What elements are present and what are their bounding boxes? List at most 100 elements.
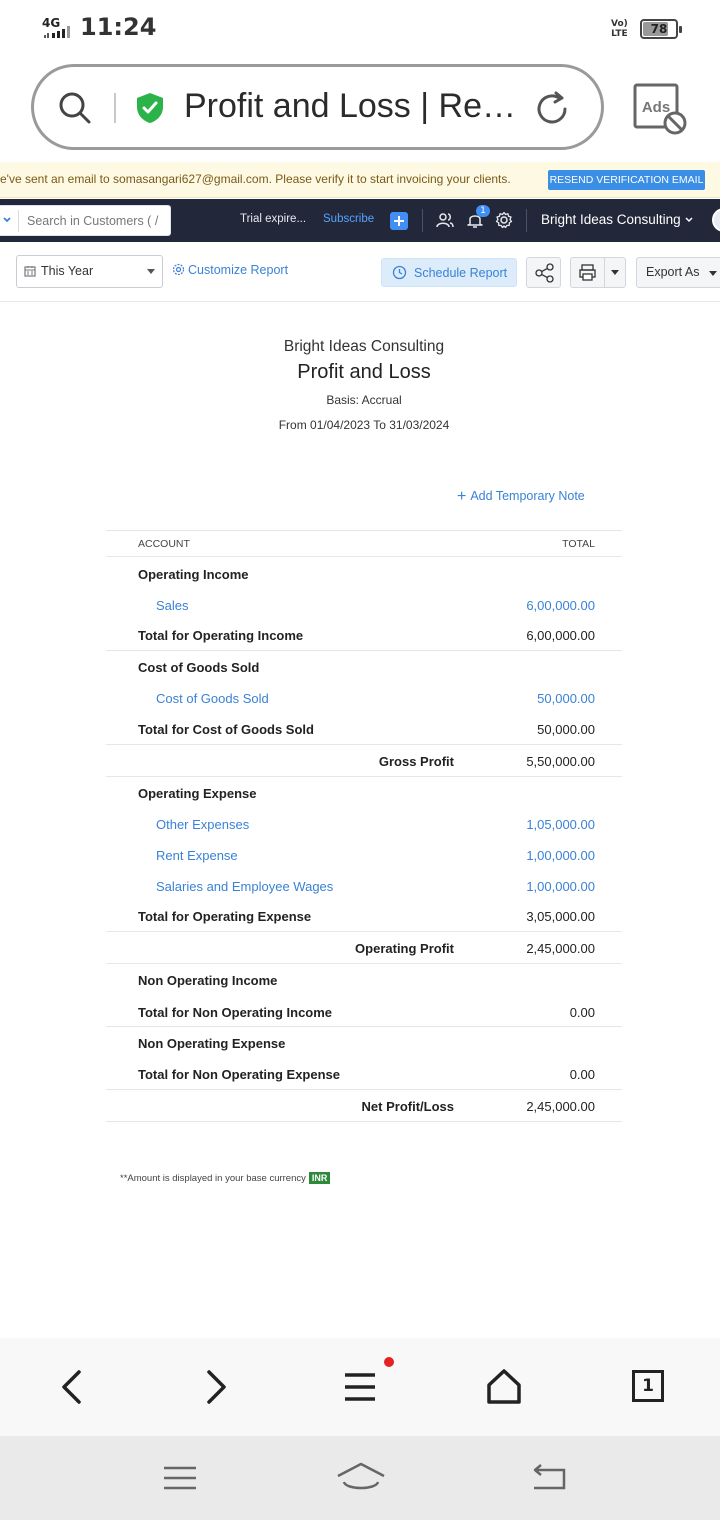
- amount-link[interactable]: 6,00,000.00: [526, 598, 595, 613]
- period-select[interactable]: This Year: [16, 255, 163, 288]
- plus-icon: [394, 216, 404, 226]
- back-icon[interactable]: [52, 1366, 92, 1408]
- clock: 11:24: [80, 13, 157, 41]
- amount-link[interactable]: 1,00,000.00: [526, 879, 595, 894]
- row-label: Non Operating Income: [138, 973, 278, 988]
- section-header: Non Operating Expense: [106, 1027, 622, 1059]
- net-profit-row: Net Profit/Loss 2,45,000.00: [106, 1090, 622, 1122]
- caret-down-icon[interactable]: [605, 258, 625, 287]
- account-link[interactable]: Cost of Goods Sold: [156, 691, 269, 706]
- row-amount: 2,45,000.00: [526, 941, 595, 956]
- status-bar: 4G 11:24 Vo) LTE 78: [0, 0, 720, 58]
- column-header-total: TOTAL: [562, 538, 595, 550]
- home-icon[interactable]: [484, 1366, 524, 1408]
- search-input[interactable]: Search in Customers ( /: [27, 214, 158, 228]
- trial-status[interactable]: Trial expire...: [240, 213, 306, 225]
- secure-shield-icon: [137, 93, 163, 123]
- add-temporary-note-link[interactable]: + Add Temporary Note: [457, 488, 585, 506]
- amount-link[interactable]: 50,000.00: [537, 691, 595, 706]
- customize-report-link[interactable]: Customize Report: [172, 263, 288, 277]
- table-row[interactable]: Salaries and Employee Wages 1,00,000.00: [106, 870, 622, 901]
- account-link[interactable]: Salaries and Employee Wages: [156, 879, 333, 894]
- total-row: Total for Non Operating Income 0.00: [106, 996, 622, 1027]
- section-header: Non Operating Income: [106, 964, 622, 996]
- page-title[interactable]: Profit and Loss | Rep...: [184, 87, 524, 126]
- export-as-button[interactable]: Export As: [636, 257, 720, 288]
- row-label: Operating Income: [138, 567, 249, 582]
- report-basis: Basis: Accrual: [326, 393, 402, 407]
- calendar-icon: [24, 266, 36, 277]
- system-home-icon[interactable]: [336, 1460, 386, 1494]
- footnote-text: **Amount is displayed in your base curre…: [120, 1173, 306, 1184]
- plus-icon: +: [457, 488, 467, 505]
- banner-message: e've sent an email to somasangari627@gma…: [0, 172, 511, 186]
- ad-block-icon[interactable]: Ads: [633, 83, 689, 137]
- table-row[interactable]: Sales 6,00,000.00: [106, 588, 622, 619]
- quick-create-button[interactable]: [390, 212, 408, 230]
- menu-notification-dot: [384, 1357, 394, 1367]
- account-link[interactable]: Sales: [156, 598, 189, 613]
- amount-link[interactable]: 1,05,000.00: [526, 817, 595, 832]
- account-link[interactable]: Other Expenses: [156, 817, 249, 832]
- row-label: Operating Profit: [355, 941, 454, 956]
- notification-badge: 1: [476, 205, 490, 217]
- customize-label: Customize Report: [188, 263, 289, 277]
- currency-badge: INR: [308, 1172, 331, 1184]
- system-back-icon[interactable]: [530, 1462, 570, 1494]
- tabs-button[interactable]: 1: [632, 1370, 672, 1412]
- chevron-down-icon[interactable]: [2, 215, 12, 225]
- add-note-label: Add Temporary Note: [470, 489, 585, 503]
- forward-icon[interactable]: [196, 1366, 236, 1408]
- report-title: Profit and Loss: [297, 361, 431, 383]
- account-link[interactable]: Rent Expense: [156, 848, 238, 863]
- table-row[interactable]: Cost of Goods Sold 50,000.00: [106, 682, 622, 714]
- row-label: Net Profit/Loss: [361, 1099, 454, 1114]
- print-button[interactable]: [570, 257, 626, 288]
- row-label: Total for Non Operating Income: [138, 1005, 333, 1020]
- row-amount: 3,05,000.00: [526, 909, 595, 924]
- menu-icon[interactable]: [340, 1366, 380, 1408]
- total-row: Total for Operating Expense 3,05,000.00: [106, 901, 622, 932]
- row-label: Non Operating Expense: [138, 1036, 286, 1051]
- total-row: Total for Cost of Goods Sold 50,000.00: [106, 714, 622, 745]
- table-row[interactable]: Rent Expense 1,00,000.00: [106, 839, 622, 870]
- section-header: Operating Income: [106, 557, 622, 588]
- users-icon[interactable]: [436, 211, 454, 229]
- operating-profit-row: Operating Profit 2,45,000.00: [106, 932, 622, 964]
- verification-banner: e've sent an email to somasangari627@gma…: [0, 162, 720, 198]
- row-amount: 0.00: [569, 1067, 595, 1082]
- share-icon: [535, 263, 554, 283]
- recent-apps-icon[interactable]: [160, 1464, 200, 1494]
- table-row[interactable]: Other Expenses 1,05,000.00: [106, 808, 622, 839]
- subscribe-link[interactable]: Subscribe: [323, 213, 374, 225]
- clock-icon: [392, 265, 407, 280]
- organization-switcher[interactable]: Bright Ideas Consulting: [541, 212, 681, 227]
- currency-footnote: **Amount is displayed in your base curre…: [120, 1172, 331, 1184]
- tabs-count: 1: [632, 1370, 664, 1402]
- avatar[interactable]: [712, 208, 720, 232]
- search-icon[interactable]: [58, 91, 92, 125]
- row-label: Operating Expense: [138, 786, 257, 801]
- browser-navigation: 1: [0, 1338, 720, 1436]
- address-bar[interactable]: Profit and Loss | Rep...: [31, 64, 604, 150]
- chevron-down-icon[interactable]: [685, 217, 693, 223]
- profit-loss-table: ACCOUNT TOTAL Operating Income Sales 6,0…: [106, 530, 622, 1122]
- schedule-report-button[interactable]: Schedule Report: [381, 258, 517, 287]
- report-toolbar: This Year Customize Report Schedule Repo…: [0, 242, 720, 302]
- gear-icon: [172, 263, 185, 276]
- share-button[interactable]: [526, 257, 561, 288]
- row-label: Total for Cost of Goods Sold: [138, 722, 314, 737]
- gear-icon[interactable]: [495, 211, 513, 229]
- reload-icon[interactable]: [532, 89, 572, 129]
- gross-profit-row: Gross Profit 5,50,000.00: [106, 745, 622, 777]
- total-row: Total for Operating Income 6,00,000.00: [106, 619, 622, 651]
- amount-link[interactable]: 1,00,000.00: [526, 848, 595, 863]
- signal-icon: 4G: [42, 16, 74, 42]
- resend-verification-button[interactable]: RESEND VERIFICATION EMAIL: [548, 170, 705, 190]
- customer-search[interactable]: Search in Customers ( /: [0, 205, 171, 236]
- export-label: Export As: [646, 265, 700, 279]
- period-label: This Year: [41, 264, 94, 278]
- screen: { "status_bar": { "network": "4G", "time…: [0, 0, 720, 1520]
- section-header: Operating Expense: [106, 777, 622, 808]
- column-header-account: ACCOUNT: [138, 538, 190, 550]
